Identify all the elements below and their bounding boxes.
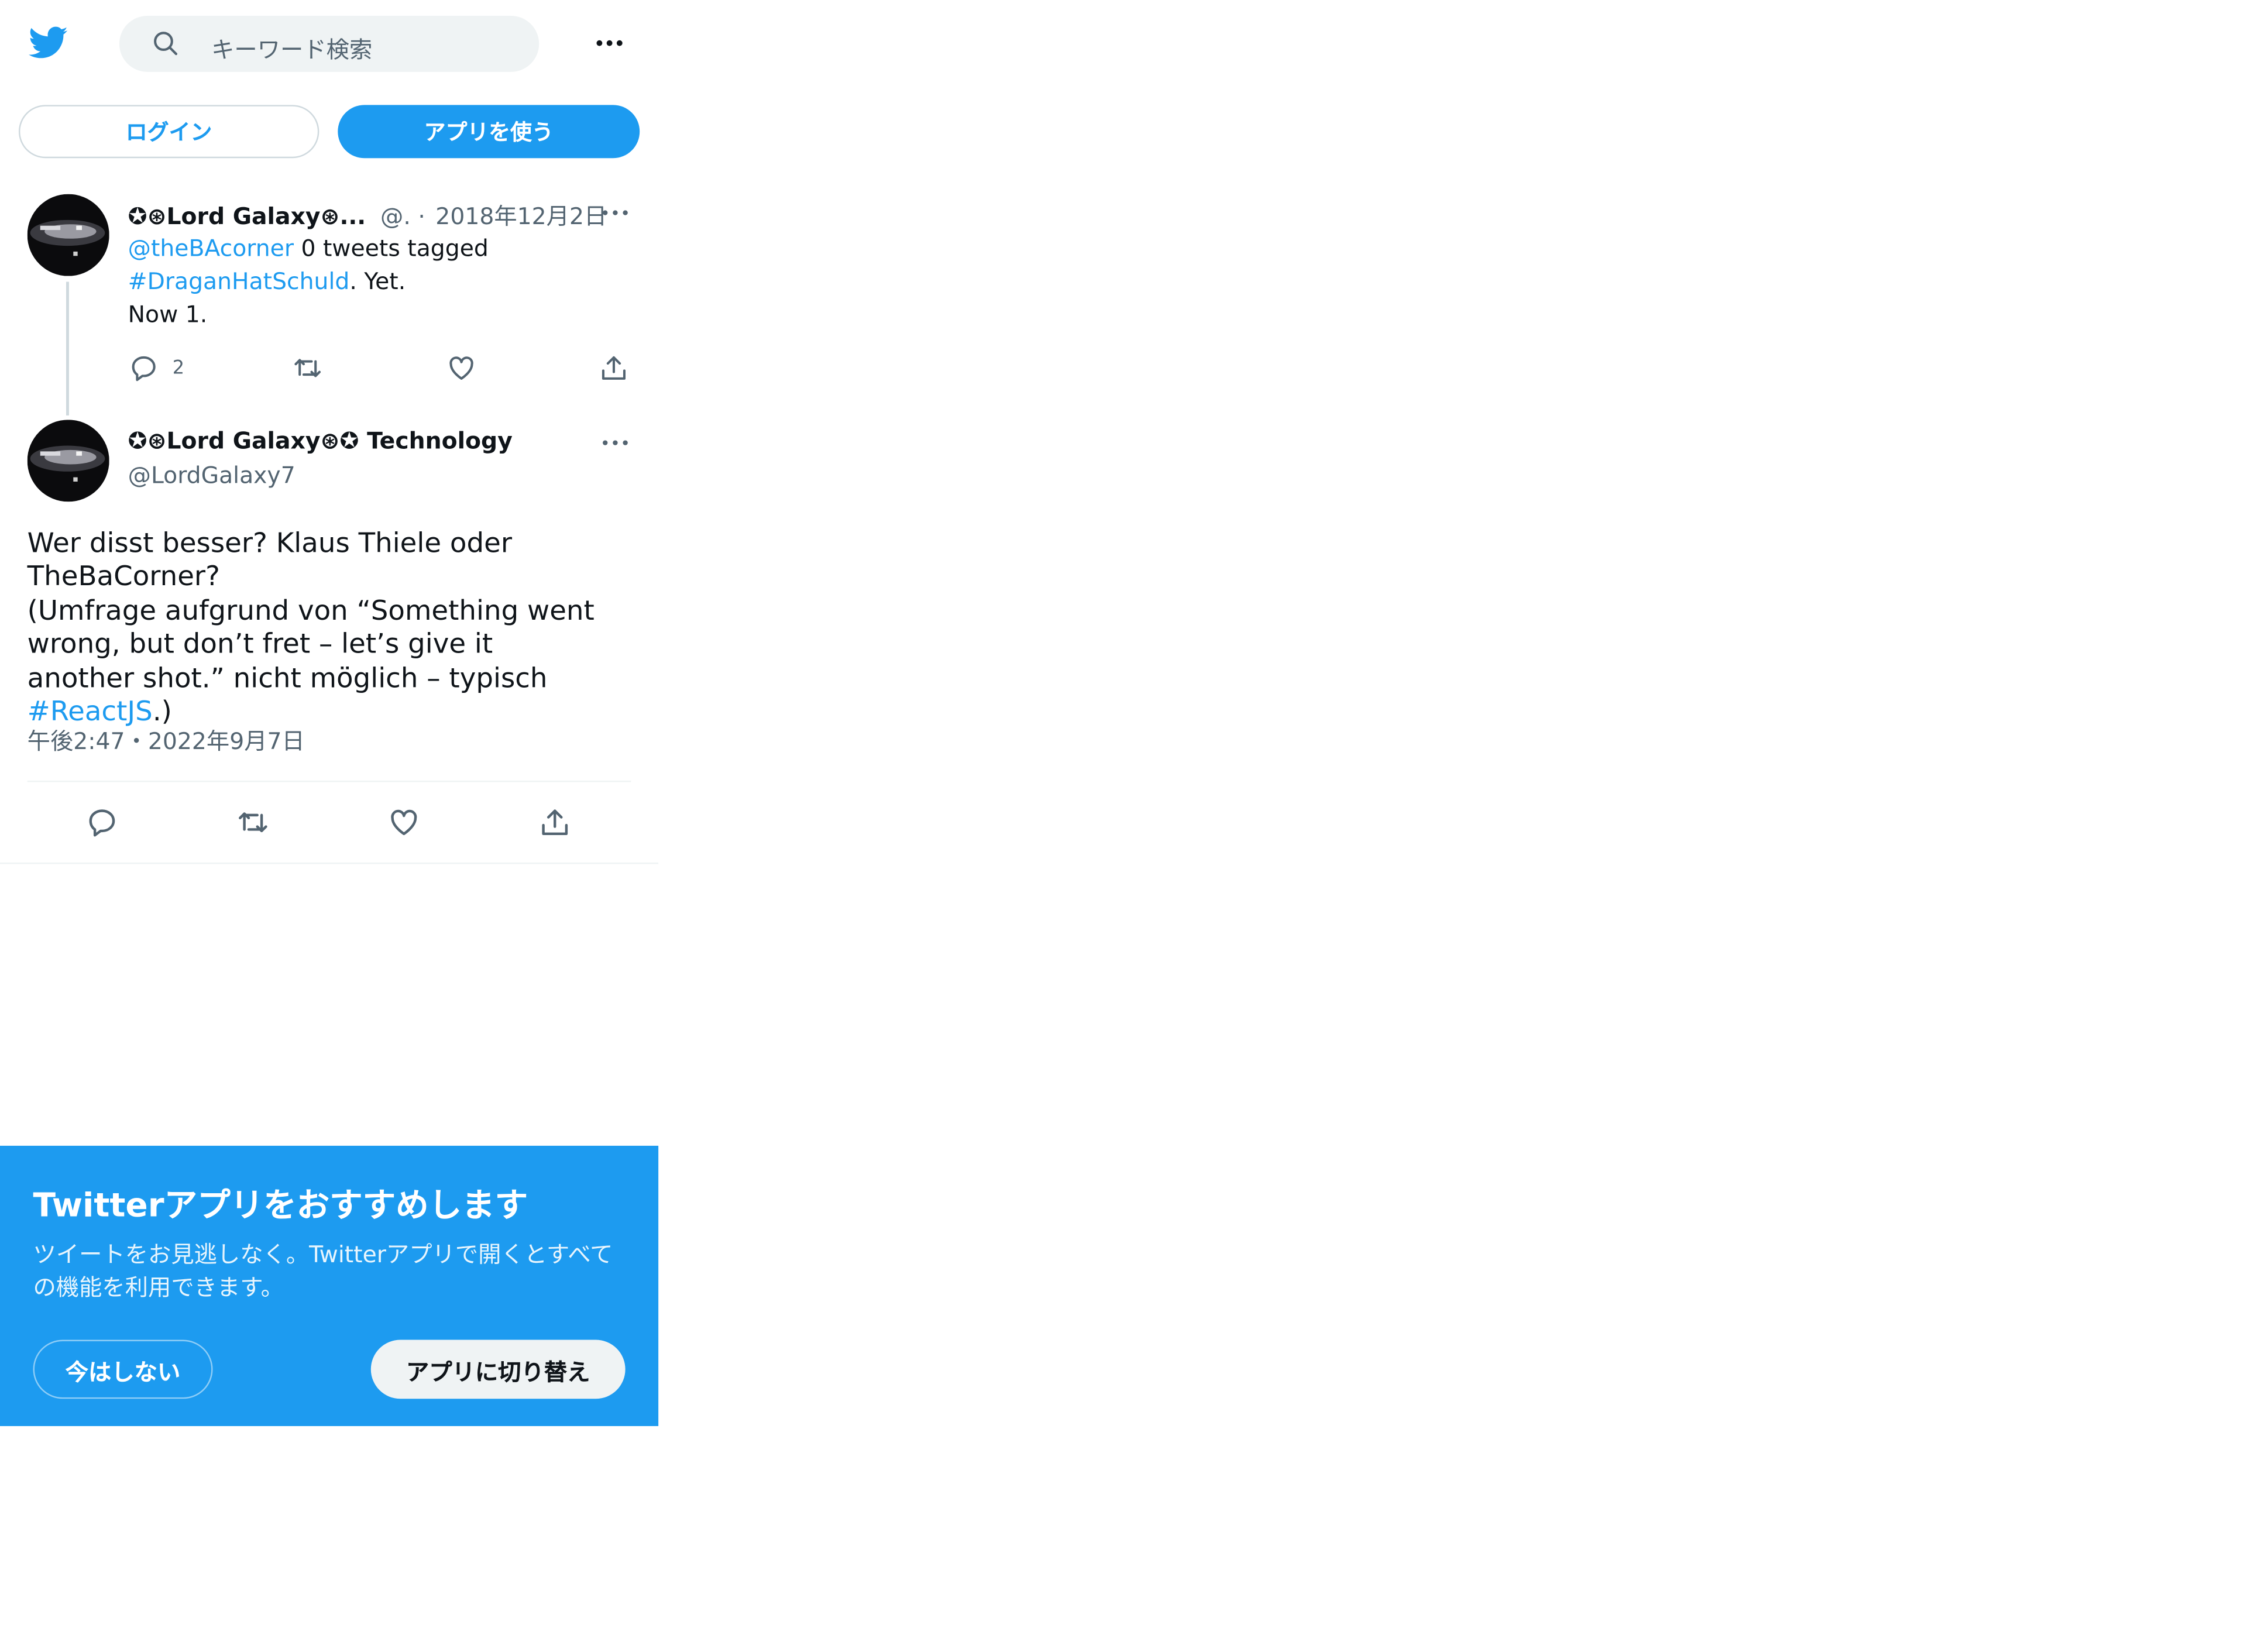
not-now-button[interactable]: 今はしない (33, 1340, 213, 1399)
search-box[interactable]: キーワード検索 (119, 16, 540, 72)
like-button[interactable] (387, 805, 421, 840)
author-name[interactable]: ✪⊛Lord Galaxy⊛... (128, 202, 366, 230)
share-button[interactable] (538, 805, 572, 840)
twitter-logo-icon[interactable] (28, 23, 71, 61)
reply-button[interactable] (85, 805, 119, 840)
separator: · (418, 202, 425, 231)
main-tweet-text: Wer disst besser? Klaus Thiele oder TheB… (28, 528, 603, 730)
retweet-button[interactable] (292, 352, 324, 384)
use-app-button[interactable]: アプリを使う (338, 105, 640, 159)
share-button[interactable] (598, 352, 630, 384)
like-icon (449, 356, 473, 380)
avatar[interactable] (27, 420, 109, 502)
reply-icon (89, 809, 115, 837)
tweet-text-part: (Umfrage aufgrund von “Something went wr… (27, 595, 595, 694)
retweet-icon (239, 812, 267, 833)
hashtag-link[interactable]: #DraganHatSchuld (128, 267, 350, 295)
divider (0, 862, 659, 864)
more-icon[interactable] (592, 26, 627, 60)
login-button[interactable]: ログイン (18, 105, 319, 159)
thread-connector (66, 281, 69, 415)
search-input[interactable]: キーワード検索 (211, 30, 372, 65)
search-icon (154, 32, 177, 56)
parent-tweet-header: ✪⊛Lord Galaxy⊛... @. · 2018年12月2日 (128, 197, 607, 231)
mention-link[interactable]: @theBAcorner (128, 234, 294, 262)
author-handle[interactable]: @. (380, 202, 411, 230)
tweet-text-part: 0 tweets tagged (293, 234, 489, 262)
reply-button[interactable]: 2 (128, 352, 184, 384)
reply-count: 2 (172, 357, 185, 379)
promo-body: ツイートをお見逃しなく。Twitterアプリで開くとすべての機能を利用できます。 (33, 1241, 613, 1301)
author-name[interactable]: ✪⊛Lord Galaxy⊛✪ Technology (128, 427, 513, 455)
parent-tweet-text: @theBAcorner 0 tweets tagged #DraganHatS… (128, 232, 603, 331)
promo-title: Twitterアプリをおすすめします (33, 1187, 528, 1225)
app-promo-banner: Twitterアプリをおすすめします ツイートをお見逃しなく。Twitterアプ… (0, 1145, 659, 1426)
tweet-date[interactable]: 2018年12月2日 (435, 202, 607, 230)
retweet-button[interactable] (236, 805, 270, 840)
tweet-timestamp[interactable]: 午後2:47・2022年9月7日 (28, 722, 305, 756)
tweet-text-part: Now 1. (128, 300, 208, 328)
retweet-icon (294, 359, 321, 377)
tweet-text-part: Wer disst besser? Klaus Thiele oder TheB… (27, 527, 513, 593)
reply-icon (132, 356, 156, 382)
avatar[interactable] (27, 194, 109, 276)
switch-to-app-button[interactable]: アプリに切り替え (370, 1340, 626, 1399)
share-icon (542, 809, 568, 836)
like-icon (391, 809, 417, 836)
share-icon (602, 356, 626, 380)
author-handle[interactable]: @LordGalaxy7 (128, 462, 296, 489)
divider (27, 780, 631, 782)
tweet-text-part: . Yet. (349, 267, 406, 295)
more-icon[interactable] (598, 425, 633, 460)
like-button[interactable] (446, 352, 477, 384)
more-icon[interactable] (598, 195, 633, 230)
